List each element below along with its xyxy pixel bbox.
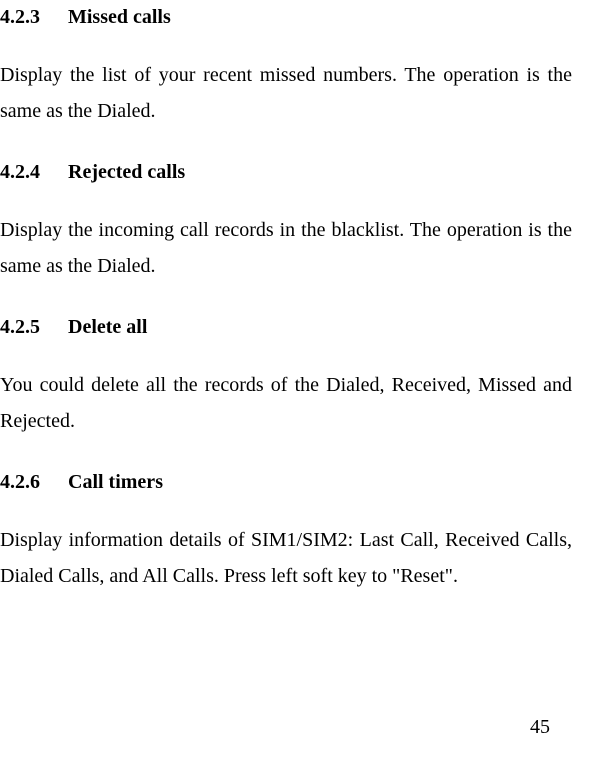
page-number: 45 <box>530 716 550 739</box>
section-body-424: Display the incoming call records in the… <box>0 212 572 284</box>
section-number: 4.2.4 <box>0 161 40 184</box>
section-426: 4.2.6 Call timers Display information det… <box>0 471 572 594</box>
section-number: 4.2.5 <box>0 316 40 339</box>
section-number: 4.2.3 <box>0 6 40 29</box>
section-body-425: You could delete all the records of the … <box>0 367 572 439</box>
section-423: 4.2.3 Missed calls Display the list of yo… <box>0 6 572 129</box>
section-number: 4.2.6 <box>0 471 40 494</box>
section-heading-425: 4.2.5 Delete all <box>0 316 572 339</box>
section-title: Call timers <box>68 471 163 493</box>
section-title: Rejected calls <box>68 161 185 183</box>
section-heading-426: 4.2.6 Call timers <box>0 471 572 494</box>
section-424: 4.2.4 Rejected calls Display the incoming… <box>0 161 572 284</box>
section-heading-424: 4.2.4 Rejected calls <box>0 161 572 184</box>
section-body-426: Display information details of SIM1/SIM2… <box>0 522 572 594</box>
section-title: Delete all <box>68 316 147 338</box>
section-body-423: Display the list of your recent missed n… <box>0 57 572 129</box>
section-425: 4.2.5 Delete all You could delete all the… <box>0 316 572 439</box>
section-title: Missed calls <box>68 6 171 28</box>
section-heading-423: 4.2.3 Missed calls <box>0 6 572 29</box>
